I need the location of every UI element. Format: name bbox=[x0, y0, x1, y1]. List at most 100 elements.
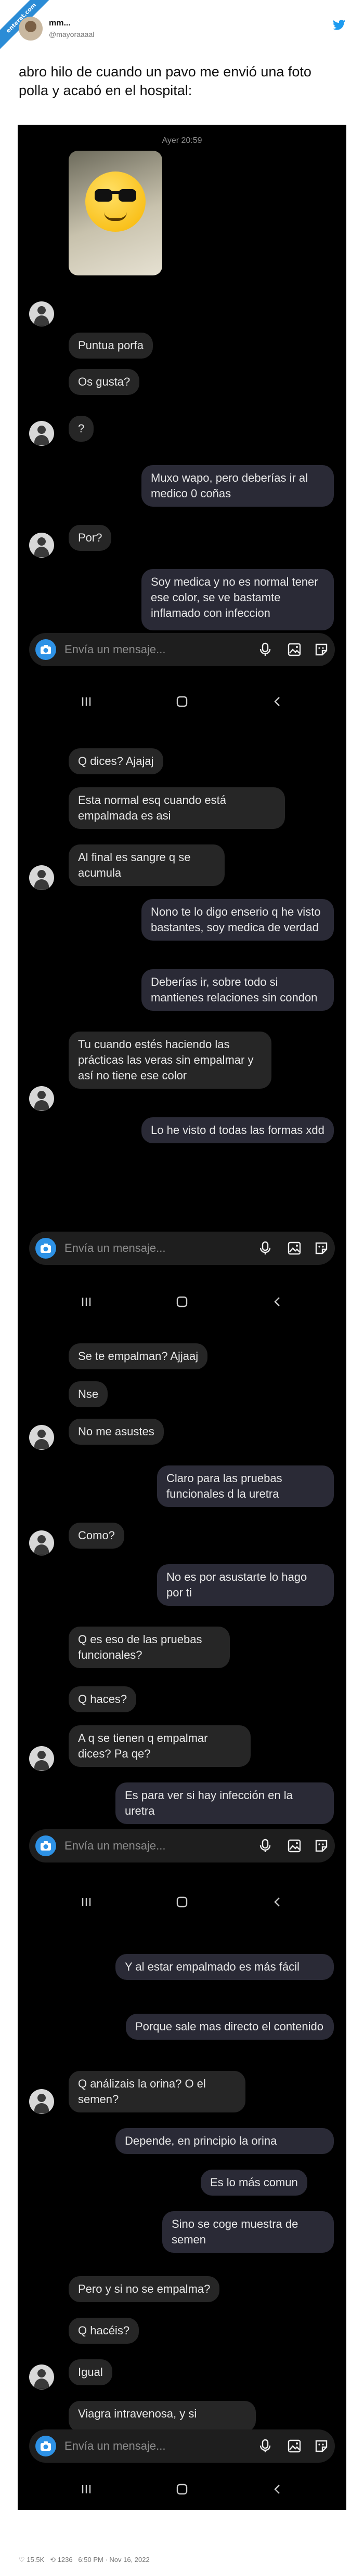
message-bubble: Os gusta? bbox=[69, 369, 140, 395]
android-nav-bar bbox=[18, 1286, 346, 1317]
android-nav-bar bbox=[18, 1886, 346, 1918]
message-bubble-sent: Porque sale mas directo el contenido bbox=[126, 2014, 334, 2040]
message-bubble-sent: Y al estar empalmado es más fácil bbox=[115, 1954, 334, 1980]
tweet-footer: ♡ 15.5K ⟲ 1236 6:50 PM · Nov 16, 2022 bbox=[19, 2556, 150, 2564]
gallery-icon[interactable] bbox=[287, 2439, 302, 2453]
author-handle[interactable]: @mayoraaaal bbox=[49, 30, 94, 38]
message-bubble: Como? bbox=[69, 1523, 124, 1549]
message-input[interactable]: Envía un mensaje... bbox=[64, 643, 165, 656]
chat-screenshot: Ayer 20:59 Puntua porfa Os gusta? ? Muxo… bbox=[18, 125, 346, 2510]
camera-icon[interactable] bbox=[35, 1835, 56, 1856]
camera-icon[interactable] bbox=[35, 1238, 56, 1259]
message-bubble-sent: Soy medica y no es normal tener ese colo… bbox=[141, 569, 334, 630]
contact-avatar[interactable] bbox=[29, 1746, 54, 1771]
message-bubble: Nse bbox=[69, 1381, 108, 1407]
heart-icon[interactable]: ♡ bbox=[19, 2556, 25, 2564]
message-bubble-sent: Depende, en principio la orina bbox=[115, 2128, 334, 2154]
sticker-icon[interactable] bbox=[314, 2439, 329, 2453]
recent-apps-icon[interactable] bbox=[80, 2483, 93, 2495]
microphone-icon[interactable] bbox=[258, 642, 272, 657]
tweet-text: abro hilo de cuando un pavo me envió una… bbox=[19, 64, 311, 98]
gallery-icon[interactable] bbox=[287, 1241, 302, 1256]
gallery-icon[interactable] bbox=[287, 1839, 302, 1853]
message-bubble-sent: Claro para las pruebas funcionales d la … bbox=[157, 1465, 334, 1507]
camera-icon[interactable] bbox=[35, 2436, 56, 2456]
sticker-icon[interactable] bbox=[314, 1241, 329, 1256]
contact-avatar[interactable] bbox=[29, 1086, 54, 1111]
contact-avatar[interactable] bbox=[29, 865, 54, 890]
message-bubble: Puntua porfa bbox=[69, 333, 153, 359]
message-bubble: ? bbox=[69, 416, 94, 442]
message-bubble: Q hacéis? bbox=[69, 2318, 139, 2344]
chat-segment-1: Ayer 20:59 Puntua porfa Os gusta? ? Muxo… bbox=[18, 125, 346, 733]
twitter-bird-icon[interactable] bbox=[333, 20, 345, 30]
recent-apps-icon[interactable] bbox=[80, 1896, 93, 1908]
message-bubble: A q se tienen q empalmar dices? Pa qe? bbox=[69, 1725, 251, 1767]
home-icon[interactable] bbox=[176, 695, 188, 708]
contact-avatar[interactable] bbox=[29, 1530, 54, 1555]
message-bubble: Q dices? Ajajaj bbox=[69, 748, 163, 774]
message-bubble: Q es eso de las pruebas funcionales? bbox=[69, 1627, 230, 1668]
chat-segment-3: Se te empalman? Ajjaaj Nse No me asustes… bbox=[18, 1325, 346, 1933]
contact-avatar[interactable] bbox=[29, 2089, 54, 2114]
chat-segment-4: Y al estar empalmado es más fácil Porque… bbox=[18, 1933, 346, 2510]
microphone-icon[interactable] bbox=[258, 2439, 272, 2453]
microphone-icon[interactable] bbox=[258, 1839, 272, 1853]
message-bubble: Pero y si no se empalma? bbox=[69, 2276, 220, 2302]
android-nav-bar bbox=[18, 686, 346, 717]
camera-icon[interactable] bbox=[35, 639, 56, 660]
message-bubble: Tu cuando estés haciendo las prácticas l… bbox=[69, 1032, 271, 1089]
back-icon[interactable] bbox=[271, 2483, 284, 2495]
contact-avatar[interactable] bbox=[29, 533, 54, 558]
sticker-icon[interactable] bbox=[314, 642, 329, 657]
message-bubble: Igual bbox=[69, 2359, 112, 2385]
message-bubble: Q análizais la orina? O el semen? bbox=[69, 2071, 245, 2112]
microphone-icon[interactable] bbox=[258, 1241, 272, 1256]
message-bubble-sent: Muxo wapo, pero deberías ir al medico 0 … bbox=[141, 465, 334, 507]
sunglasses-emoji-icon bbox=[85, 171, 146, 232]
message-bubble-sent: No es por asustarte lo hago por ti bbox=[157, 1564, 334, 1606]
message-bubble-sent: Es lo más comun bbox=[201, 2170, 307, 2196]
message-bubble-sent: Nono te lo digo enserio q he visto basta… bbox=[141, 899, 334, 941]
photo-message[interactable] bbox=[69, 151, 162, 275]
message-bubble: No me asustes bbox=[69, 1419, 164, 1445]
message-composer: Envía un mensaje... bbox=[29, 1829, 335, 1862]
back-icon[interactable] bbox=[271, 1896, 284, 1908]
android-nav-bar bbox=[18, 2474, 346, 2505]
message-composer: Envía un mensaje... bbox=[29, 1232, 335, 1265]
tweet-time: 6:50 PM · Nov 16, 2022 bbox=[78, 2556, 150, 2564]
recent-apps-icon[interactable] bbox=[80, 1296, 93, 1308]
message-bubble: Q haces? bbox=[69, 1686, 137, 1712]
author-name[interactable]: mm... bbox=[49, 19, 71, 28]
tweet-header: mm... @mayoraaaal bbox=[0, 0, 364, 57]
contact-avatar[interactable] bbox=[29, 421, 54, 446]
home-icon[interactable] bbox=[176, 1896, 188, 1908]
recent-apps-icon[interactable] bbox=[80, 695, 93, 708]
back-icon[interactable] bbox=[271, 695, 284, 708]
message-bubble: Por? bbox=[69, 525, 112, 551]
home-icon[interactable] bbox=[176, 1296, 188, 1308]
like-count: 15.5K bbox=[27, 2556, 45, 2564]
chat-timestamp: Ayer 20:59 bbox=[162, 136, 202, 145]
message-bubble: Viagra intravenosa, y si bbox=[69, 2401, 256, 2432]
contact-avatar[interactable] bbox=[29, 2364, 54, 2389]
message-bubble: Esta normal esq cuando está empalmada es… bbox=[69, 787, 285, 829]
retweet-count: 1236 bbox=[57, 2556, 73, 2564]
contact-avatar[interactable] bbox=[29, 1425, 54, 1450]
message-composer: Envía un mensaje... bbox=[29, 633, 335, 666]
back-icon[interactable] bbox=[271, 1296, 284, 1308]
message-bubble-sent: Deberías ir, sobre todo si mantienes rel… bbox=[141, 969, 334, 1011]
message-input[interactable]: Envía un mensaje... bbox=[64, 1241, 165, 1255]
contact-avatar[interactable] bbox=[29, 301, 54, 326]
retweet-icon[interactable]: ⟲ bbox=[50, 2556, 56, 2564]
message-input[interactable]: Envía un mensaje... bbox=[64, 2439, 165, 2453]
chat-segment-2: Q dices? Ajajaj Esta normal esq cuando e… bbox=[18, 728, 346, 1325]
message-bubble: Al final es sangre q se acumula bbox=[69, 844, 225, 886]
message-input[interactable]: Envía un mensaje... bbox=[64, 1839, 165, 1853]
author-avatar[interactable] bbox=[19, 17, 43, 41]
home-icon[interactable] bbox=[176, 2483, 188, 2495]
message-bubble-sent: Es para ver si hay infección en la uretr… bbox=[115, 1782, 334, 1824]
gallery-icon[interactable] bbox=[287, 642, 302, 657]
message-composer: Envía un mensaje... bbox=[29, 2429, 335, 2463]
sticker-icon[interactable] bbox=[314, 1839, 329, 1853]
